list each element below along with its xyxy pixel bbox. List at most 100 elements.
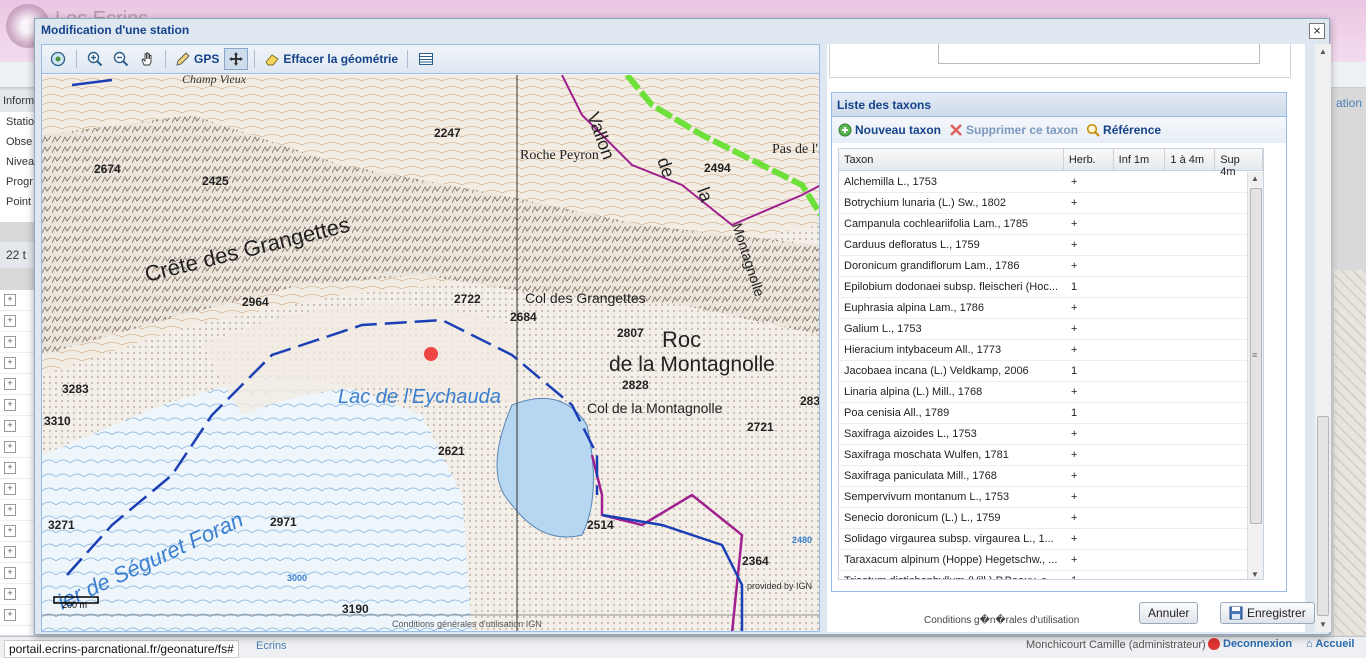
scroll-down-icon[interactable]: ▼ xyxy=(1251,570,1259,579)
cancel-button[interactable]: Annuler xyxy=(1139,602,1199,624)
table-row[interactable]: Trisetum distichophyllum (Vill.) P.Beauv… xyxy=(839,571,1263,579)
table-row[interactable]: Sempervivum montanum L., 1753 + xyxy=(839,487,1263,508)
table-row[interactable]: Saxifraga paniculata Mill., 1768 + xyxy=(839,466,1263,487)
gps-button[interactable]: GPS xyxy=(172,48,222,70)
taxon-cell: Saxifraga aizoides L., 1753 xyxy=(844,428,977,440)
table-row[interactable]: Saxifraga moschata Wulfen, 1781 + xyxy=(839,445,1263,466)
table-row[interactable]: Galium L., 1753 + xyxy=(839,319,1263,340)
erase-geometry-button[interactable]: Effacer la géométrie xyxy=(261,48,401,70)
table-row[interactable]: Solidago virgaurea subsp. virgaurea L., … xyxy=(839,529,1263,550)
scroll-up-icon[interactable]: ▲ xyxy=(1251,174,1259,183)
elevation-label: 2828 xyxy=(622,378,649,392)
table-row[interactable]: Senecio doronicum (L.) L., 1759 + xyxy=(839,508,1263,529)
herb-cell: + xyxy=(1071,239,1078,251)
grid-scrollbar[interactable]: ▲ ≡ ▼ xyxy=(1247,172,1263,579)
herb-cell: + xyxy=(1071,260,1078,272)
elevation-label: 3310 xyxy=(44,414,71,428)
empty-cell xyxy=(1167,529,1217,549)
herb-cell: + xyxy=(1071,386,1078,398)
map-attribution[interactable]: Conditions générales d'utilisation IGN xyxy=(392,619,542,629)
map-label: Lac de l'Eychauda xyxy=(338,386,501,408)
empty-cell xyxy=(1167,424,1217,444)
elevation-label: 2514 xyxy=(587,518,614,532)
column-header[interactable]: Herb. xyxy=(1064,149,1114,170)
elevation-label: 2674 xyxy=(94,162,121,176)
station-marker[interactable] xyxy=(424,347,438,361)
herb-cell: 1 xyxy=(1071,407,1078,419)
scroll-up-icon[interactable]: ▲ xyxy=(1319,47,1327,56)
scroll-thumb[interactable] xyxy=(1317,416,1329,616)
empty-cell xyxy=(1167,319,1217,339)
move-button[interactable] xyxy=(224,48,249,70)
herb-cell: + xyxy=(1071,554,1078,566)
taxa-panel: Liste des taxons Nouveau taxon Supprimer… xyxy=(831,92,1287,592)
form-scrollbar[interactable]: ▲ ▼ xyxy=(1315,44,1331,632)
logout-label: Deconnexion xyxy=(1223,638,1293,650)
scroll-down-icon[interactable]: ▼ xyxy=(1319,620,1327,629)
table-row[interactable]: Saxifraga aizoides L., 1753 + xyxy=(839,424,1263,445)
form-textarea[interactable] xyxy=(938,44,1260,64)
map-canvas[interactable]: Champ Vieux Roche Peyron Pas de l'A Vall… xyxy=(42,75,820,632)
reference-button[interactable]: Référence xyxy=(1086,123,1161,137)
column-header[interactable]: Sup 4m xyxy=(1215,149,1263,178)
home-label: Accueil xyxy=(1315,638,1355,650)
map-label: Col de la Montagnolle xyxy=(587,400,723,416)
pan-button[interactable] xyxy=(135,48,159,70)
topographic-map[interactable]: Champ Vieux Roche Peyron Pas de l'A Vall… xyxy=(42,75,820,632)
table-row[interactable]: Epilobium dodonaei subsp. fleischeri (Ho… xyxy=(839,277,1263,298)
zoom-in-icon xyxy=(87,51,103,67)
map-label: Roc xyxy=(662,327,701,352)
empty-cell xyxy=(1115,508,1167,528)
taxon-cell: Doronicum grandiflorum Lam., 1786 xyxy=(844,260,1020,272)
search-icon xyxy=(1086,123,1100,137)
table-row[interactable]: Poa cenisia All., 1789 1 xyxy=(839,403,1263,424)
empty-cell xyxy=(1167,277,1217,297)
conditions-link[interactable]: Conditions g�n�rales d'utilisation xyxy=(924,615,1079,626)
new-taxon-button[interactable]: Nouveau taxon xyxy=(838,123,941,137)
table-row[interactable]: Hieracium intybaceum All., 1773 + xyxy=(839,340,1263,361)
close-button[interactable]: × xyxy=(1309,23,1325,39)
layers-button[interactable] xyxy=(414,48,438,70)
form-section xyxy=(829,44,1291,78)
breadcrumb[interactable]: Ecrins xyxy=(256,640,287,652)
delete-taxon-button[interactable]: Supprimer ce taxon xyxy=(949,123,1078,137)
herb-cell: 1 xyxy=(1071,281,1078,293)
taxon-cell: Hieracium intybaceum All., 1773 xyxy=(844,344,1002,356)
logout-link[interactable]: Deconnexion xyxy=(1208,638,1293,651)
empty-cell xyxy=(1115,403,1167,423)
home-link[interactable]: ⌂ Accueil xyxy=(1306,638,1354,650)
toolbar-separator xyxy=(165,50,166,68)
toolbar-separator xyxy=(254,50,256,68)
empty-cell xyxy=(1115,277,1167,297)
erase-geometry-label: Effacer la géométrie xyxy=(283,52,399,66)
table-row[interactable]: Carduus defloratus L., 1759 + xyxy=(839,235,1263,256)
grid-body: Alchemilla L., 1753 + Botrychium lunaria (… xyxy=(839,172,1263,579)
table-row[interactable]: Campanula cochleariifolia Lam., 1785 + xyxy=(839,214,1263,235)
right-link[interactable]: ation xyxy=(1336,96,1362,110)
table-row[interactable]: Jacobaea incana (L.) Veldkamp, 2006 1 xyxy=(839,361,1263,382)
table-row[interactable]: Taraxacum alpinum (Hoppe) Hegetschw., ..… xyxy=(839,550,1263,571)
zoom-in-button[interactable] xyxy=(83,48,107,70)
elevation-label: 2721 xyxy=(747,420,774,434)
zoom-extent-button[interactable] xyxy=(46,48,70,70)
column-header[interactable]: 1 à 4m xyxy=(1165,149,1216,170)
table-row[interactable]: Linaria alpina (L.) Mill., 1768 + xyxy=(839,382,1263,403)
taxon-cell: Trisetum distichophyllum (Vill.) P.Beauv… xyxy=(839,571,1065,579)
map-toolbar: GPS Effacer la géométrie xyxy=(42,45,819,74)
herb-cell: + xyxy=(1071,449,1078,461)
save-button[interactable]: Enregistrer xyxy=(1220,602,1315,624)
herb-cell: + xyxy=(1071,428,1078,440)
map-label: Pas de l'A xyxy=(772,142,820,157)
empty-cell xyxy=(1167,256,1217,276)
empty-cell xyxy=(1167,445,1217,465)
column-header[interactable]: Taxon xyxy=(839,149,1064,170)
table-row[interactable]: Euphrasia alpina Lam., 1786 + xyxy=(839,298,1263,319)
taxon-cell: Poa cenisia All., 1789 xyxy=(844,407,950,419)
table-row[interactable]: Botrychium lunaria (L.) Sw., 1802 + xyxy=(839,193,1263,214)
herb-cell: + xyxy=(1071,197,1078,209)
zoom-out-button[interactable] xyxy=(109,48,133,70)
table-row[interactable]: Alchemilla L., 1753 + xyxy=(839,172,1263,193)
herb-cell: 1 xyxy=(1071,365,1078,377)
table-row[interactable]: Doronicum grandiflorum Lam., 1786 + xyxy=(839,256,1263,277)
column-header[interactable]: Inf 1m xyxy=(1114,149,1166,170)
